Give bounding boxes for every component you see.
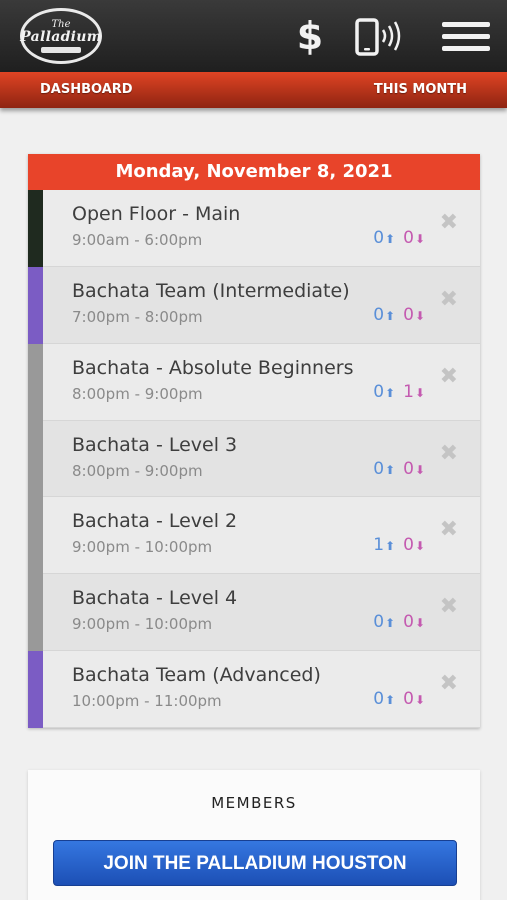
attendance-counts: 0⬆ 0⬇	[373, 459, 425, 479]
attendance-counts: 0⬆ 0⬇	[373, 305, 425, 325]
female-count: 0⬇	[403, 535, 425, 556]
female-icon: ⬇	[414, 616, 425, 631]
schedule-card: Monday, November 8, 2021 Open Floor - Ma…	[28, 154, 480, 729]
female-icon: ⬇	[414, 308, 425, 323]
female-icon: ⬇	[414, 385, 425, 400]
menu-icon[interactable]	[442, 22, 490, 52]
class-time: 9:00pm - 10:00pm	[72, 538, 213, 557]
class-time: 10:00pm - 11:00pm	[72, 692, 222, 711]
class-title: Bachata - Level 3	[72, 433, 238, 456]
palladium-logo[interactable]: The Palladium	[20, 8, 102, 64]
female-icon: ⬇	[414, 232, 425, 246]
attendance-counts: 0⬆ 0⬇	[373, 612, 425, 632]
class-title: Bachata Team (Advanced)	[72, 664, 321, 687]
members-panel: MEMBERS JOIN THE PALLADIUM HOUSTON	[28, 770, 480, 900]
male-icon: ⬆	[385, 616, 396, 631]
female-icon: ⬇	[414, 539, 425, 554]
sub-nav-bar: DASHBOARD THIS MONTH	[0, 72, 507, 108]
join-button[interactable]: JOIN THE PALLADIUM HOUSTON	[53, 840, 457, 886]
female-count: 0⬇	[403, 458, 425, 479]
male-icon: ⬆	[385, 385, 396, 400]
schedule-row[interactable]: Bachata Team (Advanced) 10:00pm - 11:00pm…	[28, 651, 480, 729]
class-title: Bachata - Level 4	[72, 587, 238, 610]
schedule-row[interactable]: Bachata - Level 2 9:00pm - 10:00pm 1⬆ 0⬇ ✖	[28, 497, 480, 575]
schedule-row[interactable]: Bachata - Level 3 8:00pm - 9:00pm 0⬆ 0⬇ ✖	[28, 420, 480, 498]
male-count: 0⬆	[373, 458, 396, 479]
class-title: Bachata - Absolute Beginners	[72, 356, 354, 379]
close-icon[interactable]: ✖	[440, 596, 458, 618]
attendance-counts: 0⬆ 1⬇	[373, 382, 425, 402]
male-icon: ⬆	[385, 232, 396, 246]
attendance-counts: 1⬆ 0⬇	[373, 535, 425, 555]
logo-line1: The	[51, 18, 71, 30]
schedule-row[interactable]: Bachata Team (Intermediate) 7:00pm - 8:00…	[28, 266, 480, 344]
category-color-bar	[28, 343, 43, 421]
phone-signal-icon[interactable]	[354, 18, 406, 56]
male-icon: ⬆	[385, 462, 396, 477]
male-count: 0⬆	[373, 612, 396, 633]
male-count: 1⬆	[373, 535, 396, 556]
close-icon[interactable]: ✖	[440, 365, 458, 388]
female-count: 1⬇	[403, 381, 425, 402]
category-color-bar	[28, 190, 43, 267]
close-icon[interactable]: ✖	[440, 288, 458, 311]
male-count: 0⬆	[373, 381, 396, 402]
female-count: 0⬇	[403, 304, 425, 325]
male-icon: ⬆	[385, 693, 396, 708]
category-color-bar	[28, 574, 43, 652]
category-color-bar	[28, 651, 43, 729]
male-count: 0⬆	[373, 689, 396, 710]
female-count: 0⬇	[403, 228, 425, 248]
female-icon: ⬇	[414, 462, 425, 477]
class-time: 9:00am - 6:00pm	[72, 231, 203, 249]
male-count: 0⬆	[373, 228, 396, 248]
female-count: 0⬇	[403, 689, 425, 710]
class-title: Bachata - Level 2	[72, 510, 238, 533]
class-time: 8:00pm - 9:00pm	[72, 461, 203, 480]
logo-ribbon	[41, 46, 81, 53]
close-icon[interactable]: ✖	[440, 212, 458, 234]
attendance-counts: 0⬆ 0⬇	[373, 228, 425, 248]
dollar-icon[interactable]: $	[294, 14, 326, 58]
top-header: The Palladium $	[0, 0, 507, 72]
class-time: 7:00pm - 8:00pm	[72, 307, 203, 326]
class-title: Bachata Team (Intermediate)	[72, 279, 350, 302]
schedule-list: Open Floor - Main 9:00am - 6:00pm 0⬆ 0⬇ ✖ Bac…	[28, 190, 480, 729]
category-color-bar	[28, 420, 43, 498]
category-color-bar	[28, 497, 43, 575]
close-icon[interactable]: ✖	[440, 442, 458, 465]
close-icon[interactable]: ✖	[440, 673, 458, 695]
female-icon: ⬇	[414, 693, 425, 708]
logo-line2: Palladium	[20, 28, 102, 45]
schedule-date: Monday, November 8, 2021	[28, 154, 480, 190]
male-icon: ⬆	[385, 308, 396, 323]
female-count: 0⬇	[403, 612, 425, 633]
schedule-row[interactable]: Bachata - Level 4 9:00pm - 10:00pm 0⬆ 0⬇ ✖	[28, 574, 480, 652]
class-time: 9:00pm - 10:00pm	[72, 615, 213, 634]
class-title: Open Floor - Main	[72, 203, 241, 225]
close-icon[interactable]: ✖	[440, 519, 458, 541]
schedule-row[interactable]: Bachata - Absolute Beginners 8:00pm - 9:0…	[28, 343, 480, 421]
category-color-bar	[28, 266, 43, 344]
attendance-counts: 0⬆ 0⬇	[373, 689, 425, 709]
members-label: MEMBERS	[211, 794, 297, 812]
this-month-link[interactable]: THIS MONTH	[374, 82, 467, 97]
male-icon: ⬆	[385, 539, 396, 554]
class-time: 8:00pm - 9:00pm	[72, 384, 203, 403]
schedule-row[interactable]: Open Floor - Main 9:00am - 6:00pm 0⬆ 0⬇ ✖	[28, 190, 480, 267]
dashboard-link[interactable]: DASHBOARD	[40, 82, 133, 97]
male-count: 0⬆	[373, 304, 396, 325]
